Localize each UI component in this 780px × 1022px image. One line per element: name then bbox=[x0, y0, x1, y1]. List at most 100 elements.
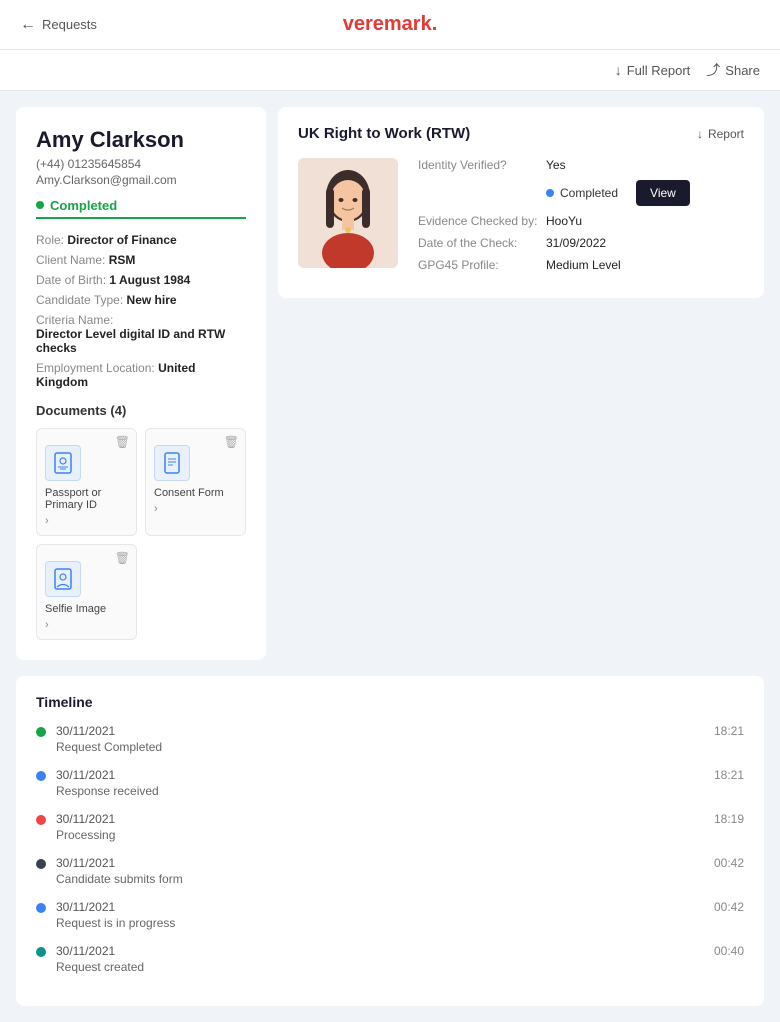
back-arrow-icon: ← bbox=[20, 16, 36, 34]
timeline-date: 30/11/2021 bbox=[56, 812, 115, 826]
timeline-date: 30/11/2021 bbox=[56, 768, 115, 782]
identity-row: Identity Verified? Yes bbox=[418, 158, 744, 172]
candidate-type-row: Candidate Type: New hire bbox=[36, 293, 246, 307]
documents-grid: 🗑 Passport or Primary ID › 🗑 bbox=[36, 428, 246, 640]
timeline-dot bbox=[36, 727, 46, 737]
nav-title: Requests bbox=[42, 17, 97, 32]
timeline-item: 30/11/2021 18:19 Processing bbox=[36, 812, 744, 842]
report-button[interactable]: ↓ Report bbox=[697, 127, 744, 141]
timeline-title: Timeline bbox=[36, 694, 744, 710]
timeline-item: 30/11/2021 18:21 Request Completed bbox=[36, 724, 744, 754]
check-body: Identity Verified? Yes Completed View Ev… bbox=[298, 158, 744, 280]
criteria-row: Criteria Name: Director Level digital ID… bbox=[36, 313, 246, 355]
timeline-item: 30/11/2021 00:42 Request is in progress bbox=[36, 900, 744, 930]
doc-card-passport[interactable]: 🗑 Passport or Primary ID › bbox=[36, 428, 137, 536]
doc-icon-consent bbox=[154, 445, 190, 481]
timeline-date: 30/11/2021 bbox=[56, 724, 115, 738]
timeline-date: 30/11/2021 bbox=[56, 944, 115, 958]
doc-arrow-consent-icon: › bbox=[154, 503, 158, 515]
doc-icon-passport bbox=[45, 445, 81, 481]
evidence-row: Completed View bbox=[418, 180, 744, 206]
candidate-name: Amy Clarkson bbox=[36, 127, 246, 153]
candidate-photo bbox=[298, 158, 398, 268]
timeline-row: 30/11/2021 18:21 bbox=[56, 768, 744, 782]
date-row: Date of the Check: 31/09/2022 bbox=[418, 236, 744, 250]
timeline-list: 30/11/2021 18:21 Request Completed 30/11… bbox=[36, 724, 744, 974]
timeline-time: 18:19 bbox=[714, 812, 744, 826]
status-line bbox=[36, 217, 246, 219]
check-details: Identity Verified? Yes Completed View Ev… bbox=[418, 158, 744, 280]
check-card: UK Right to Work (RTW) ↓ Report bbox=[278, 107, 764, 298]
doc-trash-selfie-icon[interactable]: 🗑 bbox=[115, 551, 130, 565]
client-row: Client Name: RSM bbox=[36, 253, 246, 267]
timeline-item: 30/11/2021 00:42 Candidate submits form bbox=[36, 856, 744, 886]
timeline-time: 00:40 bbox=[714, 944, 744, 958]
timeline-dot bbox=[36, 815, 46, 825]
doc-arrow-icon: › bbox=[45, 515, 49, 527]
role-row: Role: Director of Finance bbox=[36, 233, 246, 247]
main-content: Amy Clarkson (+44) 01235645854 Amy.Clark… bbox=[0, 91, 780, 676]
timeline-dot bbox=[36, 947, 46, 957]
status-badge: Completed bbox=[36, 198, 117, 213]
doc-label-consent: Consent Form bbox=[154, 487, 224, 499]
share-icon: ⤴ bbox=[706, 60, 720, 80]
top-nav: ← Requests veremark. bbox=[0, 0, 780, 50]
candidate-email: Amy.Clarkson@gmail.com bbox=[36, 173, 246, 187]
timeline-content: 30/11/2021 00:40 Request created bbox=[56, 944, 744, 974]
doc-trash-consent-icon[interactable]: 🗑 bbox=[224, 435, 239, 449]
check-title: UK Right to Work (RTW) bbox=[298, 125, 470, 142]
evidence-checked-row: Evidence Checked by: HooYu bbox=[418, 214, 744, 228]
timeline-time: 00:42 bbox=[714, 856, 744, 870]
download-icon: ↓ bbox=[615, 62, 622, 78]
timeline-content: 30/11/2021 18:19 Processing bbox=[56, 812, 744, 842]
timeline-content: 30/11/2021 18:21 Response received bbox=[56, 768, 744, 798]
action-bar: ↓ Full Report ⤴ Share bbox=[0, 50, 780, 91]
right-panel: UK Right to Work (RTW) ↓ Report bbox=[278, 107, 764, 310]
doc-trash-icon[interactable]: 🗑 bbox=[115, 435, 130, 449]
timeline-content: 30/11/2021 00:42 Request is in progress bbox=[56, 900, 744, 930]
timeline-item: 30/11/2021 18:21 Response received bbox=[36, 768, 744, 798]
timeline-content: 30/11/2021 18:21 Request Completed bbox=[56, 724, 744, 754]
doc-card-consent[interactable]: 🗑 Consent Form › bbox=[145, 428, 246, 536]
timeline-time: 18:21 bbox=[714, 768, 744, 782]
candidate-phone: (+44) 01235645854 bbox=[36, 157, 246, 171]
timeline-event-label: Request is in progress bbox=[56, 916, 744, 930]
timeline-row: 30/11/2021 18:19 bbox=[56, 812, 744, 826]
dob-row: Date of Birth: 1 August 1984 bbox=[36, 273, 246, 287]
doc-label-passport: Passport or Primary ID bbox=[45, 487, 128, 511]
timeline-event-label: Request created bbox=[56, 960, 744, 974]
timeline-event-label: Candidate submits form bbox=[56, 872, 744, 886]
doc-arrow-selfie-icon: › bbox=[45, 619, 49, 631]
view-button[interactable]: View bbox=[636, 180, 690, 206]
doc-label-selfie: Selfie Image bbox=[45, 603, 106, 615]
timeline-row: 30/11/2021 18:21 bbox=[56, 724, 744, 738]
brand-logo: veremark. bbox=[343, 13, 438, 36]
documents-title: Documents (4) bbox=[36, 403, 246, 418]
status-dot bbox=[36, 201, 44, 209]
completed-dot bbox=[546, 189, 554, 197]
share-button[interactable]: ⤴ Share bbox=[706, 60, 760, 80]
check-header: UK Right to Work (RTW) ↓ Report bbox=[298, 125, 744, 142]
timeline-time: 18:21 bbox=[714, 724, 744, 738]
timeline-dot bbox=[36, 903, 46, 913]
timeline-row: 30/11/2021 00:40 bbox=[56, 944, 744, 958]
back-button[interactable]: ← Requests bbox=[20, 16, 97, 34]
timeline-content: 30/11/2021 00:42 Candidate submits form bbox=[56, 856, 744, 886]
timeline-dot bbox=[36, 771, 46, 781]
timeline-event-label: Processing bbox=[56, 828, 744, 842]
timeline-event-label: Request Completed bbox=[56, 740, 744, 754]
completed-status: Completed bbox=[546, 186, 618, 200]
timeline-event-label: Response received bbox=[56, 784, 744, 798]
full-report-button[interactable]: ↓ Full Report bbox=[615, 62, 691, 78]
gpg-row: GPG45 Profile: Medium Level bbox=[418, 258, 744, 272]
employment-row: Employment Location: United Kingdom bbox=[36, 361, 246, 389]
timeline-panel: Timeline 30/11/2021 18:21 Request Comple… bbox=[16, 676, 764, 1006]
doc-icon-selfie bbox=[45, 561, 81, 597]
timeline-row: 30/11/2021 00:42 bbox=[56, 856, 744, 870]
download-report-icon: ↓ bbox=[697, 127, 703, 141]
doc-card-selfie[interactable]: 🗑 Selfie Image › bbox=[36, 544, 137, 640]
timeline-item: 30/11/2021 00:40 Request created bbox=[36, 944, 744, 974]
timeline-dot bbox=[36, 859, 46, 869]
timeline-date: 30/11/2021 bbox=[56, 856, 115, 870]
left-panel: Amy Clarkson (+44) 01235645854 Amy.Clark… bbox=[16, 107, 266, 660]
